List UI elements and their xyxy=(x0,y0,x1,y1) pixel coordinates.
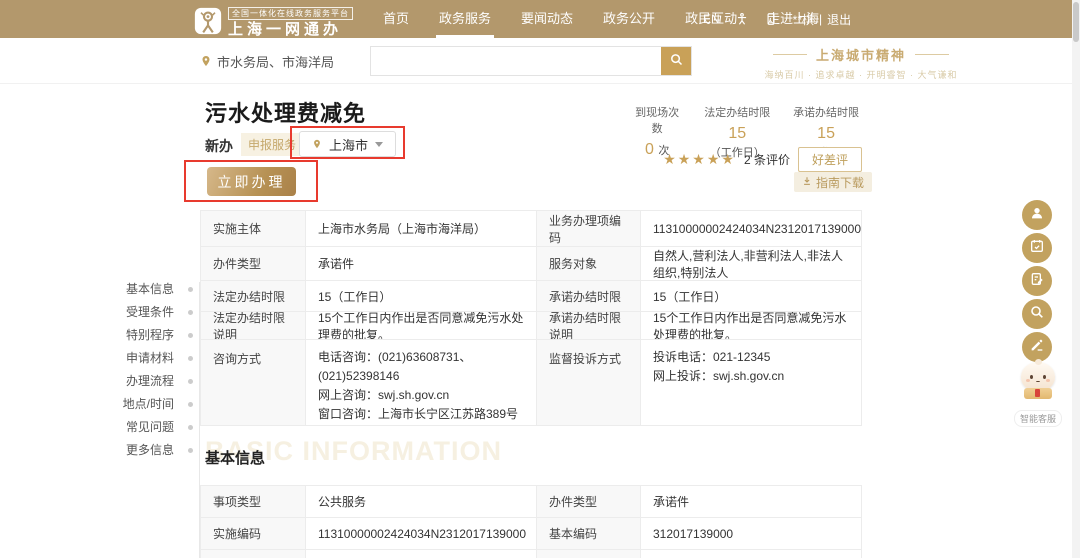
float-records-button[interactable] xyxy=(1022,266,1052,296)
search-icon xyxy=(1029,304,1045,325)
table-row: 办件类型 承诺件 服务对象 自然人,营利法人,非营利法人,非法人组织,特别法人 xyxy=(201,246,861,280)
language-toggle[interactable]: EN xyxy=(703,12,720,26)
basic-info-table: 事项类型 公共服务 办件类型 承诺件 实施编码 1131000000242403… xyxy=(200,485,862,558)
anchor-nav: 基本信息 受理条件 特别程序 申请材料 办理流程 地点/时间 常见问题 更多信息 xyxy=(0,278,200,462)
float-appointment-button[interactable] xyxy=(1022,233,1052,263)
site-logo[interactable]: 全国一体化在线政务服务平台 上海一网通办 xyxy=(194,3,353,39)
metric-promised-value: 15 xyxy=(817,125,835,142)
mascot-head-icon xyxy=(1021,362,1055,391)
user-icon xyxy=(1029,205,1045,226)
rating-row: ★★★★★ 2 条评价 好差评 xyxy=(600,147,862,172)
table-row: 实施编码 11310000002424034N2312017139000 基本编… xyxy=(201,517,861,549)
accessibility-icon[interactable] xyxy=(735,12,749,26)
scrollbar-thumb[interactable] xyxy=(1073,2,1079,42)
basic-info-section-header: BASIC INFORMATION 基本信息 xyxy=(203,436,623,478)
service-info-table: 实施主体 上海市水务局（上海市海洋局） 业务办理项编码 113100000024… xyxy=(200,210,862,426)
sidebar-item-more-info[interactable]: 更多信息 xyxy=(0,439,200,462)
calendar-check-icon xyxy=(1029,238,1045,259)
nav-gov-open[interactable]: 政务公开 xyxy=(588,0,670,38)
table-row: 法定办结时限说明 15个工作日内作出是否同意减免污水处理费的批复。 承诺办结时限… xyxy=(201,311,861,339)
table-row: 事项类型 公共服务 办件类型 承诺件 xyxy=(201,486,861,517)
department-label: 市水务局、市海洋局 xyxy=(217,52,334,71)
page-scrollbar[interactable] xyxy=(1072,0,1080,558)
nav-home[interactable]: 首页 xyxy=(368,0,424,38)
mobile-app-icon[interactable] xyxy=(764,12,778,26)
search-box xyxy=(370,46,692,76)
service-tag: 申报服务 xyxy=(241,133,303,156)
guide-download-button[interactable]: 指南下载 xyxy=(794,172,872,192)
metric-statutory-value: 15 xyxy=(728,125,746,142)
sidebar-item-location-time[interactable]: 地点/时间 xyxy=(0,393,200,416)
site-name: 上海一网通办 xyxy=(228,21,342,38)
section-title: 基本信息 xyxy=(205,447,265,468)
chatbot-mascot[interactable] xyxy=(1019,362,1057,408)
float-search-button[interactable] xyxy=(1022,299,1052,329)
sidebar-item-faq[interactable]: 常见问题 xyxy=(0,416,200,439)
table-row: 法定办结时限 15（工作日） 承诺办结时限 15（工作日） xyxy=(201,280,861,311)
complaint-methods-cell: 投诉电话：021-12345 网上投诉：swj.sh.gov.cn xyxy=(640,340,861,425)
username[interactable]: **棋 xyxy=(793,11,814,28)
sub-header: 市水务局、市海洋局 上海城市精神 海纳百川 · 追求卓越 · 开明睿智 · 大气… xyxy=(0,38,1080,84)
mode-tag: 新办 xyxy=(205,136,233,156)
header-utilities: EN **棋 | 退出 xyxy=(703,0,851,38)
review-button[interactable]: 好差评 xyxy=(798,147,862,172)
float-user-button[interactable] xyxy=(1022,200,1052,230)
chevron-down-icon xyxy=(375,142,383,147)
pencil-icon xyxy=(1029,337,1045,358)
page: 全国一体化在线政务服务平台 上海一网通办 首页 政务服务 要闻动态 政务公开 政… xyxy=(0,0,1080,558)
sidebar-item-acceptance[interactable]: 受理条件 xyxy=(0,301,200,324)
document-edit-icon xyxy=(1029,271,1045,292)
sidebar-item-basic-info[interactable]: 基本信息 xyxy=(0,278,200,301)
apply-now-button[interactable]: 立即办理 xyxy=(207,167,296,196)
logout-link[interactable]: 退出 xyxy=(827,11,851,28)
platform-tag: 全国一体化在线政务服务平台 xyxy=(228,7,353,20)
department-selector[interactable]: 市水务局、市海洋局 xyxy=(200,38,334,84)
search-input[interactable] xyxy=(371,47,661,75)
consult-methods-cell: 电话咨询：(021)63608731、(021)52398146 网上咨询：sw… xyxy=(305,340,536,425)
download-icon xyxy=(802,175,812,189)
divider: | xyxy=(819,12,822,26)
star-rating-icons: ★★★★★ xyxy=(663,151,736,168)
mascot-body-icon xyxy=(1024,388,1052,399)
search-icon xyxy=(669,52,684,70)
sidebar-item-special-procedure[interactable]: 特别程序 xyxy=(0,324,200,347)
site-logo-icon xyxy=(194,7,222,35)
city-spirit-motto: 海纳百川 · 追求卓越 · 开明睿智 · 大气谦和 xyxy=(742,68,980,81)
location-pin-icon xyxy=(200,54,212,68)
city-selector-value: 上海市 xyxy=(329,135,368,154)
table-row-partial xyxy=(201,549,861,558)
float-feedback-button[interactable] xyxy=(1022,332,1052,362)
city-spirit-title: 上海城市精神 xyxy=(742,45,980,64)
search-button[interactable] xyxy=(661,47,691,75)
table-row: 实施主体 上海市水务局（上海市海洋局） 业务办理项编码 113100000024… xyxy=(201,211,861,246)
table-row: 咨询方式 电话咨询：(021)63608731、(021)52398146 网上… xyxy=(201,339,861,425)
sidebar-item-materials[interactable]: 申请材料 xyxy=(0,347,200,370)
chatbot-label: 智能客服 xyxy=(1014,410,1062,427)
review-count: 2 条评价 xyxy=(744,151,790,168)
nav-gov-services[interactable]: 政务服务 xyxy=(424,0,506,38)
top-header-bar: 全国一体化在线政务服务平台 上海一网通办 首页 政务服务 要闻动态 政务公开 政… xyxy=(0,0,1080,38)
page-title: 污水处理费减免 xyxy=(205,96,366,128)
sidebar-item-process[interactable]: 办理流程 xyxy=(0,370,200,393)
nav-news[interactable]: 要闻动态 xyxy=(506,0,588,38)
city-selector[interactable]: 上海市 xyxy=(299,131,396,157)
location-pin-icon xyxy=(312,138,322,150)
city-spirit-block: 上海城市精神 海纳百川 · 追求卓越 · 开明睿智 · 大气谦和 xyxy=(742,45,980,81)
